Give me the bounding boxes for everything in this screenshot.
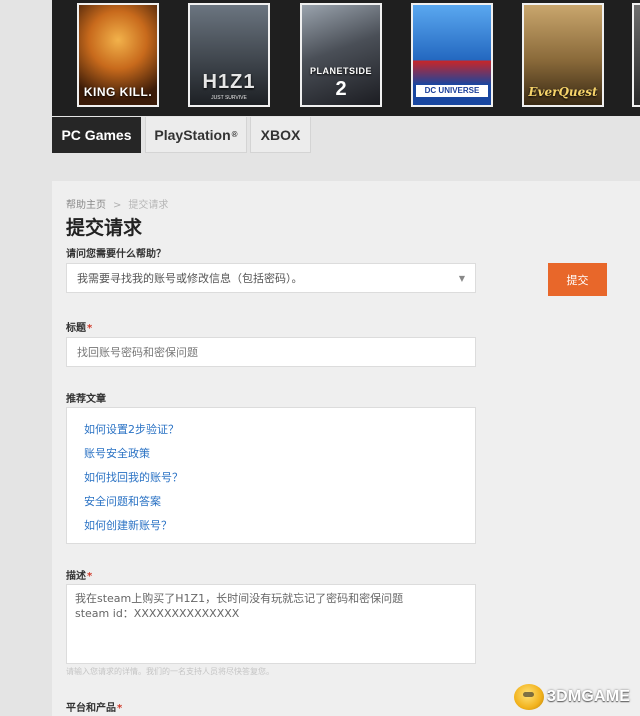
3dmgame-logo-icon: [514, 684, 544, 710]
help-topic-label: 请问您需要什么帮助？: [66, 245, 166, 260]
article-link-create-account[interactable]: 如何创建新账号？: [84, 514, 458, 538]
help-topic-select[interactable]: 我需要寻找我的账号或修改信息（包括密码）。 ▼: [66, 263, 476, 293]
game-cover-number: 2: [335, 78, 347, 100]
platform-product-label: 平台和产品*: [66, 699, 122, 714]
help-topic-label-text: 请问您需要什么帮助？: [66, 249, 166, 260]
recommended-articles-list: 如何设置2步验证？ 账号安全政策 如何找回我的账号？ 安全问题和答案 如何创建新…: [66, 407, 476, 544]
description-help-text: 请输入您请求的详情。我们的一名支持人员将尽快答复您。: [66, 667, 274, 676]
game-cover-title: DC UNIVERSE: [416, 84, 488, 97]
breadcrumb: 帮助主页 > 提交请求: [66, 196, 168, 211]
dropdown-arrow-icon: ▼: [458, 273, 465, 283]
help-topic-selected-value: 我需要寻找我的账号或修改信息（包括密码）。: [77, 272, 303, 285]
tab-label: PC Games: [61, 126, 132, 143]
tab-label: XBOX: [260, 126, 301, 143]
required-mark: *: [117, 703, 123, 714]
watermark-text: 3DMGAME: [547, 688, 631, 705]
tab-playstation[interactable]: PlayStation ®: [145, 117, 247, 153]
game-cover-art: [634, 5, 640, 105]
page-title: 提交请求: [66, 217, 143, 239]
required-mark: *: [87, 323, 93, 334]
description-line: 我在steam上购买了H1Z1，长时间没有玩就忘记了密码和密保问题: [75, 592, 404, 605]
tab-pc-games[interactable]: PC Games: [52, 117, 141, 153]
recommended-articles-label: 推荐文章: [66, 390, 106, 405]
required-mark: *: [87, 571, 93, 582]
tab-label: PlayStation: [154, 126, 231, 143]
platform-product-label-text: 平台和产品: [66, 703, 116, 714]
game-banner: KING KILL. H1Z1 JUST SURVIVE PLANETSIDE …: [52, 0, 640, 116]
submit-button[interactable]: 提交: [548, 263, 607, 296]
article-link-two-step-verification[interactable]: 如何设置2步验证？: [84, 418, 458, 442]
breadcrumb-separator: >: [113, 200, 122, 211]
tab-xbox[interactable]: XBOX: [250, 117, 311, 153]
description-line: steam id：XXXXXXXXXXXXXX: [75, 607, 240, 620]
game-cover-partial[interactable]: [632, 3, 640, 107]
game-cover-planetside-2[interactable]: PLANETSIDE 2: [300, 3, 382, 107]
subject-label-text: 标题: [66, 323, 86, 334]
registered-mark: ®: [231, 130, 238, 139]
recommended-articles-label-text: 推荐文章: [66, 394, 106, 405]
description-label: 描述*: [66, 567, 92, 582]
subject-label: 标题*: [66, 319, 92, 334]
article-link-account-security-policy[interactable]: 账号安全政策: [84, 442, 458, 466]
article-link-security-questions[interactable]: 安全问题和答案: [84, 490, 458, 514]
game-cover-title: EverQuest: [528, 85, 598, 100]
game-cover-everquest[interactable]: EverQuest: [522, 3, 604, 107]
description-label-text: 描述: [66, 571, 86, 582]
game-cover-h1z1-king-of-the-kill[interactable]: KING KILL.: [77, 3, 159, 107]
subject-input-value: 找回账号密码和密保问题: [77, 346, 198, 359]
game-cover-h1z1-just-survive[interactable]: H1Z1 JUST SURVIVE: [188, 3, 270, 107]
watermark: 3DMGAME: [514, 684, 630, 710]
description-textarea[interactable]: 我在steam上购买了H1Z1，长时间没有玩就忘记了密码和密保问题 steam …: [66, 584, 476, 664]
subject-input[interactable]: 找回账号密码和密保问题: [66, 337, 476, 367]
game-cover-dc-universe-online[interactable]: DC UNIVERSE: [411, 3, 493, 107]
breadcrumb-home-link[interactable]: 帮助主页: [66, 200, 106, 211]
article-link-recover-account[interactable]: 如何找回我的账号？: [84, 466, 458, 490]
breadcrumb-current: 提交请求: [128, 200, 169, 211]
game-cover-subtitle: JUST SURVIVE: [211, 95, 247, 101]
game-cover-title: KING KILL.: [83, 85, 153, 100]
